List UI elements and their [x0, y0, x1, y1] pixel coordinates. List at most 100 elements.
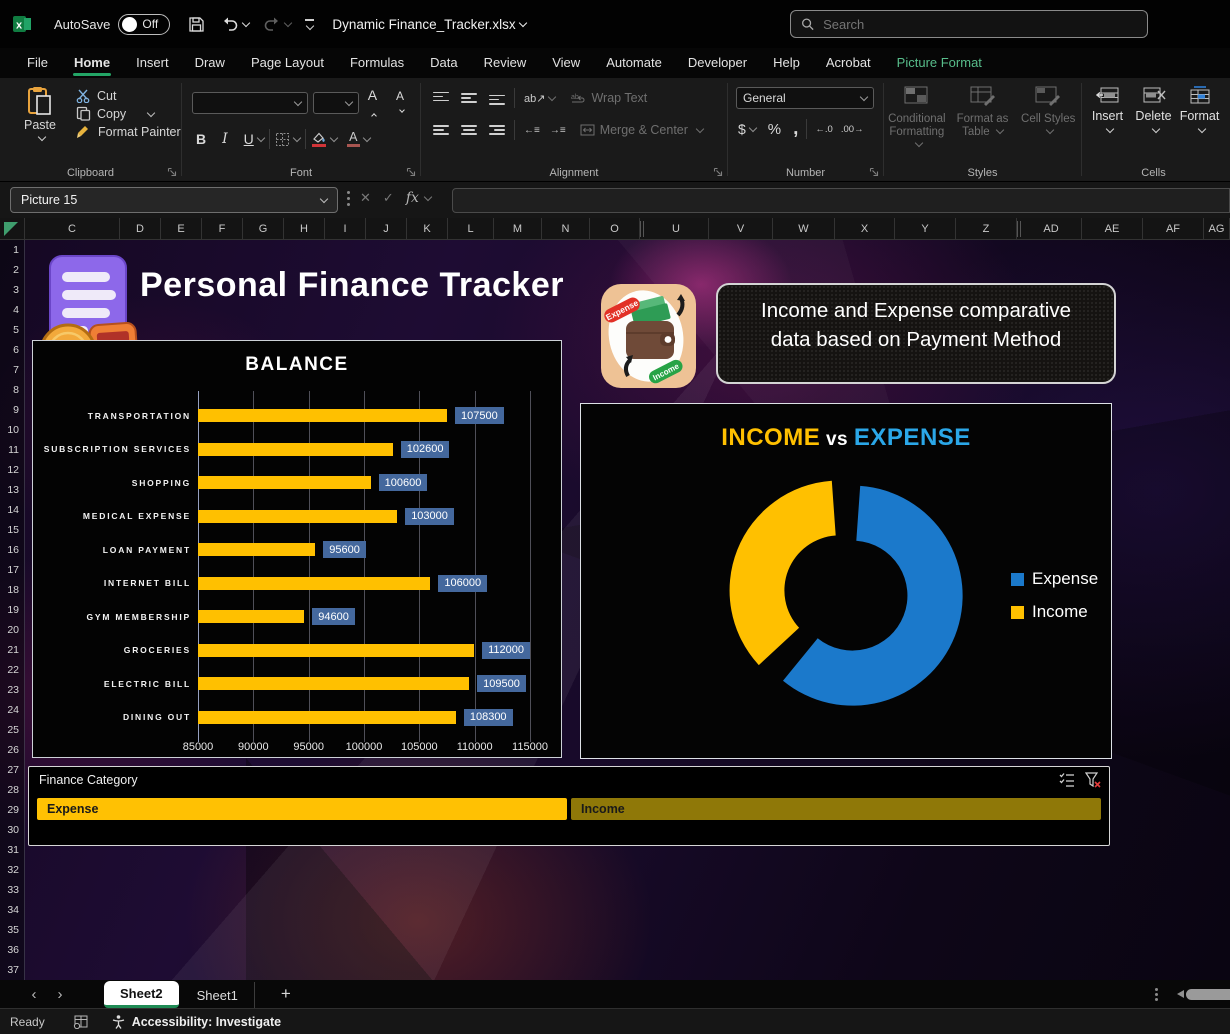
row-header-27[interactable]: 27: [0, 760, 24, 780]
balance-chart[interactable]: BALANCE TRANSPORTATIONSUBSCRIPTION SERVI…: [32, 340, 562, 758]
income-expense-chart[interactable]: INCOME vs EXPENSE ExpenseIncome: [580, 403, 1112, 759]
row-header-23[interactable]: 23: [0, 680, 24, 700]
row-header-26[interactable]: 26: [0, 740, 24, 760]
bar-loan-payment[interactable]: [198, 543, 315, 556]
column-header-X[interactable]: X: [835, 218, 895, 239]
row-header-18[interactable]: 18: [0, 580, 24, 600]
multi-select-icon[interactable]: [1058, 772, 1075, 788]
format-painter-button[interactable]: Format Painter: [76, 124, 181, 139]
fill-color-button[interactable]: [311, 132, 327, 147]
row-header-16[interactable]: 16: [0, 540, 24, 560]
row-header-31[interactable]: 31: [0, 840, 24, 860]
autosave-toggle[interactable]: Off: [118, 14, 170, 35]
percent-format-button[interactable]: %: [768, 121, 781, 138]
row-headers[interactable]: 1234567891011121314151617181920212223242…: [0, 240, 25, 980]
bold-button[interactable]: B: [196, 131, 206, 147]
column-header-O[interactable]: O: [590, 218, 640, 239]
row-header-2[interactable]: 2: [0, 260, 24, 280]
row-header-29[interactable]: 29: [0, 800, 24, 820]
slicer-button-income[interactable]: Income: [571, 798, 1101, 820]
sheet-nav-next[interactable]: ›: [50, 986, 70, 1003]
column-header-Y[interactable]: Y: [895, 218, 956, 239]
excel-logo-icon[interactable]: x: [12, 14, 32, 34]
tab-picture-format[interactable]: Picture Format: [884, 49, 995, 78]
row-header-7[interactable]: 7: [0, 360, 24, 380]
sheet-canvas[interactable]: 1234567891011121314151617181920212223242…: [0, 240, 1230, 980]
number-format-combo[interactable]: General: [736, 87, 874, 109]
italic-button[interactable]: I: [222, 131, 228, 147]
title-dropdown-chevron[interactable]: [518, 19, 526, 27]
column-header-G[interactable]: G: [243, 218, 284, 239]
column-header-N[interactable]: N: [542, 218, 590, 239]
row-header-3[interactable]: 3: [0, 280, 24, 300]
bar-internet-bill[interactable]: [198, 577, 430, 590]
bar-electric-bill[interactable]: [198, 677, 469, 690]
row-header-36[interactable]: 36: [0, 940, 24, 960]
clipboard-dialog-launcher[interactable]: [167, 167, 177, 177]
column-header-H[interactable]: H: [284, 218, 325, 239]
row-header-20[interactable]: 20: [0, 620, 24, 640]
copy-button[interactable]: Copy: [76, 106, 181, 121]
fill-color-dropdown-chevron[interactable]: [330, 134, 338, 142]
column-header-C[interactable]: C: [25, 218, 120, 239]
doughnut-chart[interactable]: [721, 468, 971, 718]
bar-gym-membership[interactable]: [198, 610, 304, 623]
column-header-K[interactable]: K: [407, 218, 448, 239]
select-all-corner[interactable]: [0, 218, 25, 239]
alignment-dialog-launcher[interactable]: [713, 167, 723, 177]
column-header-U[interactable]: U: [644, 218, 709, 239]
tab-home[interactable]: Home: [61, 49, 123, 78]
increase-indent-icon[interactable]: →≡: [550, 125, 566, 136]
row-header-28[interactable]: 28: [0, 780, 24, 800]
name-box-chevron[interactable]: [320, 195, 328, 203]
column-header-L[interactable]: L: [448, 218, 494, 239]
undo-dropdown-chevron[interactable]: [242, 19, 250, 27]
column-header-AD[interactable]: AD: [1021, 218, 1082, 239]
row-header-11[interactable]: 11: [0, 440, 24, 460]
bar-groceries[interactable]: [198, 644, 474, 657]
column-header-F[interactable]: F: [202, 218, 243, 239]
column-header-AE[interactable]: AE: [1082, 218, 1143, 239]
paste-button[interactable]: Paste: [14, 86, 66, 142]
column-header-AG[interactable]: AG: [1204, 218, 1230, 239]
number-dialog-launcher[interactable]: [869, 167, 879, 177]
row-header-15[interactable]: 15: [0, 520, 24, 540]
tab-insert[interactable]: Insert: [123, 49, 182, 78]
row-header-17[interactable]: 17: [0, 560, 24, 580]
row-header-6[interactable]: 6: [0, 340, 24, 360]
row-header-35[interactable]: 35: [0, 920, 24, 940]
formula-input[interactable]: [452, 188, 1230, 213]
row-header-12[interactable]: 12: [0, 460, 24, 480]
tab-review[interactable]: Review: [471, 49, 540, 78]
row-header-30[interactable]: 30: [0, 820, 24, 840]
quick-access-toolbar-chevron[interactable]: [305, 19, 314, 29]
column-header-D[interactable]: D: [120, 218, 161, 239]
fx-chevron[interactable]: [424, 193, 432, 201]
comma-format-button[interactable]: ,: [793, 124, 798, 134]
align-middle-icon[interactable]: [461, 92, 477, 105]
donut-slice-income[interactable]: [730, 481, 836, 665]
row-header-13[interactable]: 13: [0, 480, 24, 500]
column-header-I[interactable]: I: [325, 218, 366, 239]
tab-view[interactable]: View: [539, 49, 593, 78]
undo-button[interactable]: [221, 16, 249, 32]
add-sheet-button[interactable]: +: [281, 984, 291, 1004]
finance-category-slicer[interactable]: Finance Category ExpenseIncome: [28, 766, 1110, 846]
bar-shopping[interactable]: [198, 476, 371, 489]
tab-developer[interactable]: Developer: [675, 49, 760, 78]
row-header-10[interactable]: 10: [0, 420, 24, 440]
row-header-8[interactable]: 8: [0, 380, 24, 400]
wallet-icon[interactable]: Expense Income: [600, 283, 697, 389]
horizontal-scrollbar-thumb[interactable]: [1186, 989, 1230, 1000]
bar-transportation[interactable]: [198, 409, 447, 422]
page-title[interactable]: Personal Finance Tracker: [140, 266, 564, 305]
sheet-nav-prev[interactable]: ‹: [24, 986, 44, 1003]
clear-filter-icon[interactable]: [1085, 772, 1101, 788]
row-header-25[interactable]: 25: [0, 720, 24, 740]
borders-icon[interactable]: [275, 132, 290, 147]
align-right-icon[interactable]: [489, 124, 505, 137]
insert-function-button[interactable]: fx: [406, 190, 419, 206]
macro-icon[interactable]: [73, 1015, 89, 1029]
bar-dining-out[interactable]: [198, 711, 456, 724]
tab-file[interactable]: File: [14, 49, 61, 78]
